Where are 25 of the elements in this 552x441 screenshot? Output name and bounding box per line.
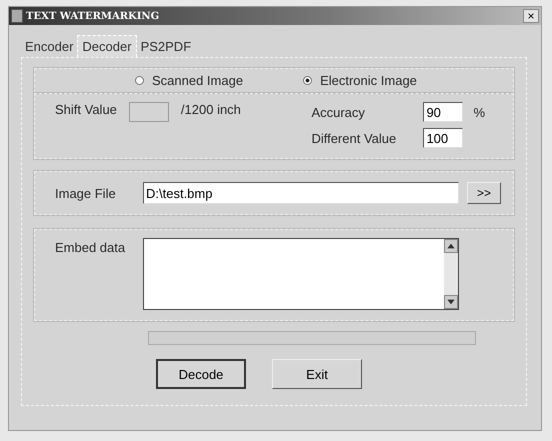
- tab[interactable]: Decoder: [77, 35, 137, 57]
- scroll-up-icon[interactable]: [444, 239, 458, 253]
- text-area[interactable]: [143, 238, 459, 310]
- radio-option[interactable]: Electronic Image: [303, 73, 417, 88]
- field-label: Different Value: [311, 130, 398, 146]
- dialog-button[interactable]: Decode: [156, 359, 246, 389]
- unit-label: /1200 inch: [180, 102, 241, 117]
- tab[interactable]: PS2PDF: [136, 35, 196, 57]
- tab[interactable]: Encoder: [21, 35, 78, 57]
- input-field[interactable]: 100: [423, 128, 464, 148]
- field-label: Accuracy: [311, 104, 366, 120]
- input-field[interactable]: 90: [423, 102, 464, 122]
- unit-label: %: [473, 104, 485, 120]
- field-label: Shift Value: [55, 102, 117, 117]
- close-button[interactable]: ×: [523, 9, 539, 23]
- radio-option[interactable]: Scanned Image: [135, 73, 244, 88]
- scrollbar[interactable]: [444, 239, 458, 309]
- browse-button[interactable]: >>: [467, 182, 501, 204]
- input-field[interactable]: D:\test.bmp: [143, 182, 459, 204]
- field-label: Image File: [55, 186, 117, 200]
- app-icon: [11, 9, 23, 23]
- dialog-button[interactable]: Exit: [272, 359, 362, 389]
- window-title: TEXT WATERMARKING: [26, 10, 160, 22]
- scroll-down-icon[interactable]: [444, 295, 458, 309]
- field-label: Embed data: [55, 239, 126, 257]
